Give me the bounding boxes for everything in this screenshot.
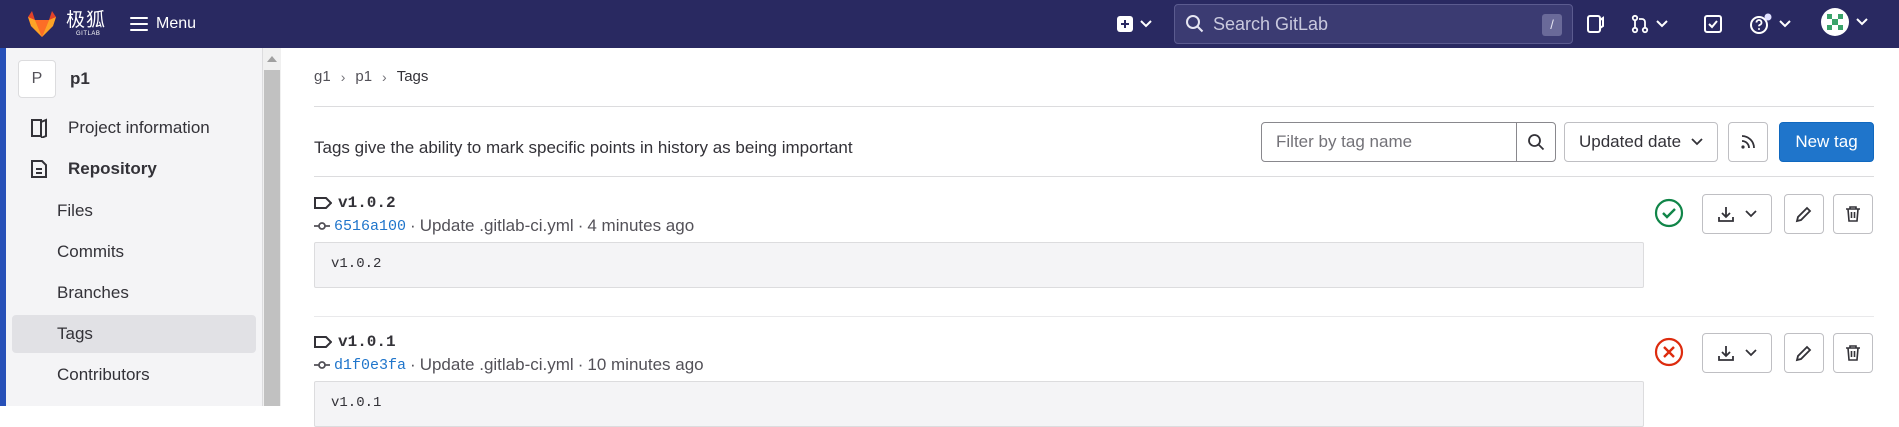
chevron-right-icon: › [340,68,346,85]
project-info-icon [28,117,50,139]
commit-icon [314,361,330,369]
tag-filter-search-button[interactable] [1516,122,1556,162]
search-box[interactable]: / [1174,4,1573,44]
brand-name[interactable]: 极狐 [66,10,106,30]
sidebar-subitem-contributors[interactable]: Contributors [12,356,256,394]
commit-icon [314,222,330,230]
download-button[interactable] [1702,194,1772,234]
pipeline-failed-icon[interactable] [1654,337,1684,367]
scrollbar-thumb[interactable] [264,70,280,406]
chevron-down-icon [1656,20,1668,28]
tag-message: v1.0.2 [314,242,1644,288]
commit-time: 10 minutes ago [587,355,704,374]
tags-intro-text: Tags give the ability to mark specific p… [314,138,853,157]
breadcrumb-current[interactable]: Tags [397,68,429,85]
edit-tag-button[interactable] [1784,333,1824,373]
sidebar-subitem-files[interactable]: Files [12,192,256,230]
sidebar-subitem-tags[interactable]: Tags [12,315,256,353]
sidebar-scrollbar[interactable] [263,48,281,406]
brand-subtitle: GITLAB [76,31,101,37]
repository-icon [28,158,50,180]
tag-title[interactable]: v1.0.1 [314,333,396,351]
tag-message: v1.0.1 [314,381,1644,427]
tag-commit-info: d1f0e3fa · Update .gitlab-ci.yml · 10 mi… [314,355,704,375]
search-icon [1186,15,1204,33]
rss-button[interactable] [1728,122,1768,162]
breadcrumb: g1 › p1 › Tags [314,68,428,85]
sidebar-item-project-information[interactable]: Project information [12,109,256,147]
delete-tag-button[interactable] [1833,194,1873,234]
issues-button[interactable] [1585,11,1605,37]
chevron-down-icon [1745,210,1757,218]
todos-button[interactable] [1703,11,1723,37]
divider [314,176,1874,177]
tag-commit-info: 6516a100 · Update .gitlab-ci.yml · 4 min… [314,216,694,236]
scroll-up-arrow-icon[interactable] [267,56,277,62]
edit-tag-button[interactable] [1784,194,1824,234]
pencil-icon [1795,206,1812,223]
trash-icon [1846,345,1860,361]
sidebar-item-label: Repository [68,159,157,178]
avatar [1821,8,1849,36]
breadcrumb-group[interactable]: g1 [314,68,331,85]
merge-requests-button[interactable] [1630,11,1668,37]
divider [314,316,1874,317]
chevron-down-icon [1745,349,1757,357]
main-content: g1 › p1 › Tags Tags give the ability to … [282,48,1899,427]
menu-button[interactable]: Menu [130,10,196,38]
tag-name-label[interactable]: v1.0.2 [338,194,396,212]
download-button[interactable] [1702,333,1772,373]
todo-check-icon [1704,15,1722,33]
top-navbar: 极狐 GITLAB Menu / [0,0,1899,48]
tag-icon [314,197,332,209]
tag-title[interactable]: v1.0.2 [314,194,396,212]
commit-sha-link[interactable]: 6516a100 [334,218,406,235]
sort-label: Updated date [1579,132,1682,151]
sort-dropdown[interactable]: Updated date [1564,122,1718,162]
delete-tag-button[interactable] [1833,333,1873,373]
divider [314,106,1874,107]
tag-name-label[interactable]: v1.0.1 [338,333,396,351]
project-avatar: P [18,60,56,98]
sidebar-item-label: Project information [68,118,210,137]
search-shortcut-badge: / [1542,14,1562,36]
chevron-down-icon [1691,138,1703,146]
gitlab-logo-icon[interactable] [26,8,58,40]
chevron-right-icon: › [382,68,387,85]
new-tag-button[interactable]: New tag [1779,122,1874,162]
help-icon [1750,13,1772,34]
user-menu-button[interactable] [1820,8,1868,36]
commit-title[interactable]: Update .gitlab-ci.yml [420,216,574,236]
commit-sha-link[interactable]: d1f0e3fa [334,357,406,374]
sidebar-item-repository[interactable]: Repository [12,150,256,188]
pipeline-success-icon[interactable] [1654,198,1684,228]
sidebar-subitem-commits[interactable]: Commits [12,233,256,271]
trash-icon [1846,206,1860,222]
rss-icon [1741,135,1755,149]
create-new-button[interactable] [1116,11,1152,37]
hamburger-icon [130,17,148,31]
download-icon [1718,207,1734,222]
search-icon [1528,134,1545,151]
chevron-down-icon [1779,20,1791,28]
menu-label: Menu [156,15,197,32]
tag-filter-box[interactable] [1261,122,1517,162]
merge-request-icon [1631,14,1649,34]
chevron-down-icon [1140,20,1152,28]
chevron-down-icon [1856,18,1868,26]
help-button[interactable] [1749,11,1791,37]
pencil-icon [1795,345,1812,362]
sidebar-subitem-branches[interactable]: Branches [12,274,256,312]
search-input[interactable] [1213,13,1513,35]
tag-filter-input[interactable] [1276,132,1496,152]
issues-icon [1587,15,1604,33]
project-name: p1 [70,69,90,88]
breadcrumb-project[interactable]: p1 [355,68,372,85]
plus-square-icon [1117,16,1133,32]
commit-time: 4 minutes ago [587,216,695,235]
tag-icon [314,336,332,348]
commit-title[interactable]: Update .gitlab-ci.yml [420,355,574,375]
sidebar-project-header[interactable]: P p1 [18,60,90,98]
download-icon [1718,346,1734,361]
